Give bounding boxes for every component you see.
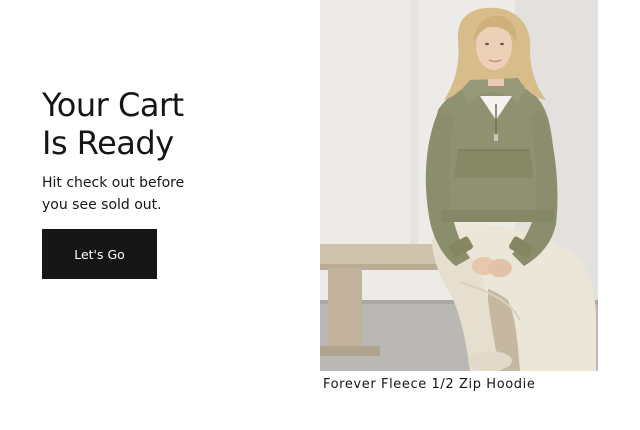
subtext-line-2: you see sold out. bbox=[42, 197, 162, 213]
lets-go-button[interactable]: Let's Go bbox=[42, 229, 157, 279]
product-name[interactable]: Forever Fleece 1/2 Zip Hoodie bbox=[323, 376, 535, 394]
headline-line-1: Your Cart bbox=[42, 86, 184, 124]
cart-reminder-page: Your Cart Is Ready Hit check out before … bbox=[0, 0, 640, 430]
product-photo-icon bbox=[320, 0, 598, 371]
product-image[interactable] bbox=[320, 0, 598, 371]
subtext: Hit check out before you see sold out. bbox=[42, 172, 242, 216]
headline: Your Cart Is Ready bbox=[42, 86, 282, 162]
headline-line-2: Is Ready bbox=[42, 124, 174, 162]
subtext-line-1: Hit check out before bbox=[42, 175, 185, 191]
